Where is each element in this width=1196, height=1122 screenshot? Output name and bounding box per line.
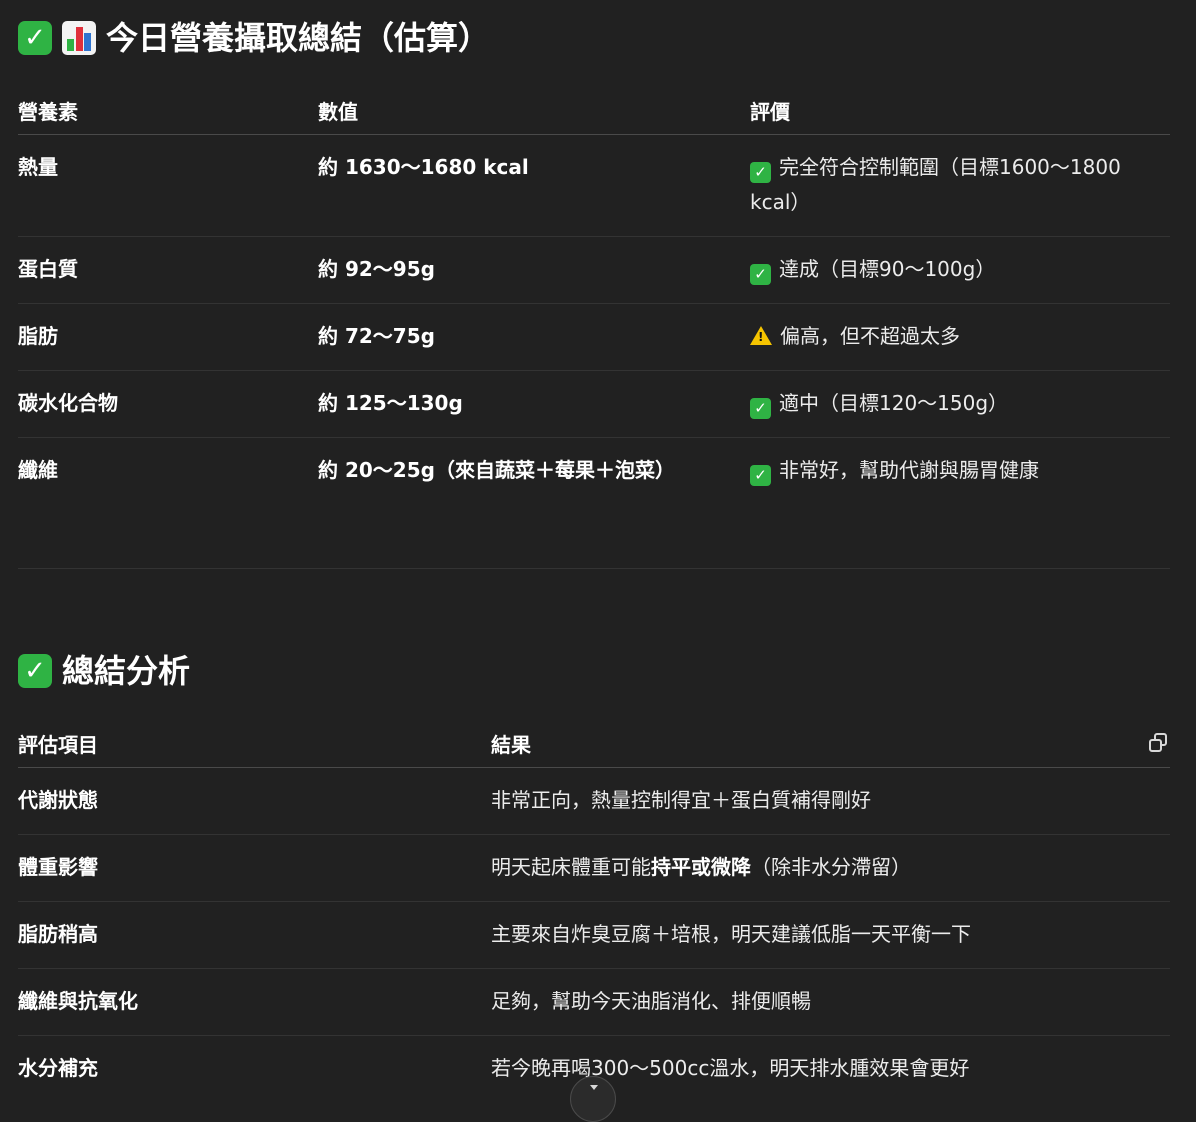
- analysis-item: 脂肪稍高: [18, 901, 491, 969]
- chevron-down-icon: [590, 1085, 598, 1090]
- summary-title: 今日營養攝取總結（估算）: [106, 19, 491, 57]
- nutrient-value: 約 1630～1680 kcal: [318, 134, 750, 237]
- check-mark-button-icon: ✓: [18, 21, 52, 55]
- analysis-result: 非常正向，熱量控制得宜＋蛋白質補得剛好: [491, 767, 1170, 835]
- nutrient-name: 蛋白質: [18, 236, 318, 304]
- summary-heading: ✓ 今日營養攝取總結（估算）: [18, 18, 1170, 58]
- warning-icon: !: [750, 326, 772, 345]
- column-header-value: 數值: [318, 86, 750, 135]
- analysis-item: 纖維與抗氧化: [18, 968, 491, 1036]
- table-row: 碳水化合物 約 125～130g ✓ 適中（目標120～150g）: [18, 370, 1170, 438]
- analysis-heading: ✓ 總結分析: [18, 650, 190, 692]
- nutrient-name: 碳水化合物: [18, 370, 318, 438]
- table-row: 脂肪 約 72～75g ! 偏高，但不超過太多: [18, 303, 1170, 371]
- table-header-row: 評估項目 結果: [18, 720, 1170, 768]
- table-row: 蛋白質 約 92～95g ✓ 達成（目標90～100g）: [18, 236, 1170, 304]
- table-row: 代謝狀態 非常正向，熱量控制得宜＋蛋白質補得剛好: [18, 767, 1170, 835]
- table-row: 體重影響 明天起床體重可能持平或微降（除非水分滯留）: [18, 834, 1170, 902]
- nutrient-value: 約 20～25g（來自蔬菜＋莓果＋泡菜）: [318, 437, 750, 569]
- table-header-row: 營養素 數值 評價: [18, 86, 1170, 135]
- evaluation-text: 完全符合控制範圍（目標1600～1800 kcal）: [750, 155, 1121, 214]
- column-header-item: 評估項目: [18, 720, 491, 768]
- analysis-title: 總結分析: [62, 652, 191, 690]
- result-emphasis: 持平或微降: [651, 855, 751, 879]
- message-content: ✓ 今日營養攝取總結（估算） 營養素 數值 評價 熱量 約 1630～1680 …: [18, 0, 1170, 1080]
- analysis-item: 體重影響: [18, 834, 491, 902]
- nutrient-name: 纖維: [18, 437, 318, 569]
- nutrient-evaluation: ✓ 適中（目標120～150g）: [750, 370, 1170, 438]
- table-row: 脂肪稍高 主要來自炸臭豆腐＋培根，明天建議低脂一天平衡一下: [18, 901, 1170, 969]
- nutrient-value: 約 92～95g: [318, 236, 750, 304]
- column-header-evaluation: 評價: [750, 86, 1170, 135]
- analysis-item: 水分補充: [18, 1056, 98, 1080]
- evaluation-text: 偏高，但不超過太多: [780, 324, 960, 348]
- bar-chart-icon: [62, 21, 96, 55]
- table-row: 熱量 約 1630～1680 kcal ✓ 完全符合控制範圍（目標1600～180…: [18, 134, 1170, 237]
- column-header-result: 結果: [491, 720, 1170, 768]
- column-header-nutrient: 營養素: [18, 86, 318, 135]
- nutrient-value: 約 125～130g: [318, 370, 750, 438]
- analysis-result: 足夠，幫助今天油脂消化、排便順暢: [491, 968, 1170, 1036]
- analysis-result: 主要來自炸臭豆腐＋培根，明天建議低脂一天平衡一下: [491, 901, 1170, 969]
- analysis-item: 代謝狀態: [18, 767, 491, 835]
- check-mark-button-icon: ✓: [750, 465, 771, 486]
- nutrient-evaluation: ✓ 非常好，幫助代謝與腸胃健康: [750, 437, 1170, 569]
- check-mark-button-icon: ✓: [18, 654, 52, 688]
- result-text: （除非水分滯留）: [751, 855, 911, 879]
- check-mark-button-icon: ✓: [750, 264, 771, 285]
- analysis-table: 評估項目 結果 代謝狀態 非常正向，熱量控制得宜＋蛋白質補得剛好 體重影響 明天…: [18, 720, 1170, 1102]
- nutrient-evaluation: ! 偏高，但不超過太多: [750, 303, 1170, 371]
- evaluation-text: 適中（目標120～150g）: [779, 391, 1009, 415]
- evaluation-text: 非常好，幫助代謝與腸胃健康: [779, 458, 1039, 482]
- check-mark-button-icon: ✓: [750, 162, 771, 183]
- nutrient-evaluation: ✓ 完全符合控制範圍（目標1600～1800 kcal）: [750, 134, 1170, 237]
- table-row: 纖維 約 20～25g（來自蔬菜＋莓果＋泡菜） ✓ 非常好，幫助代謝與腸胃健康: [18, 437, 1170, 569]
- scroll-to-bottom-button[interactable]: [570, 1076, 616, 1122]
- nutrient-value: 約 72～75g: [318, 303, 750, 371]
- nutrient-name: 脂肪: [18, 303, 318, 371]
- analysis-result: 明天起床體重可能持平或微降（除非水分滯留）: [491, 834, 1170, 902]
- nutrient-evaluation: ✓ 達成（目標90～100g）: [750, 236, 1170, 304]
- evaluation-text: 達成（目標90～100g）: [779, 257, 996, 281]
- result-text: 明天起床體重可能: [491, 855, 651, 879]
- check-mark-button-icon: ✓: [750, 398, 771, 419]
- nutrition-summary-table: 營養素 數值 評價 熱量 約 1630～1680 kcal ✓ 完全符合控制範圍（…: [18, 86, 1170, 569]
- nutrient-name: 熱量: [18, 134, 318, 237]
- table-row: 纖維與抗氧化 足夠，幫助今天油脂消化、排便順暢: [18, 968, 1170, 1036]
